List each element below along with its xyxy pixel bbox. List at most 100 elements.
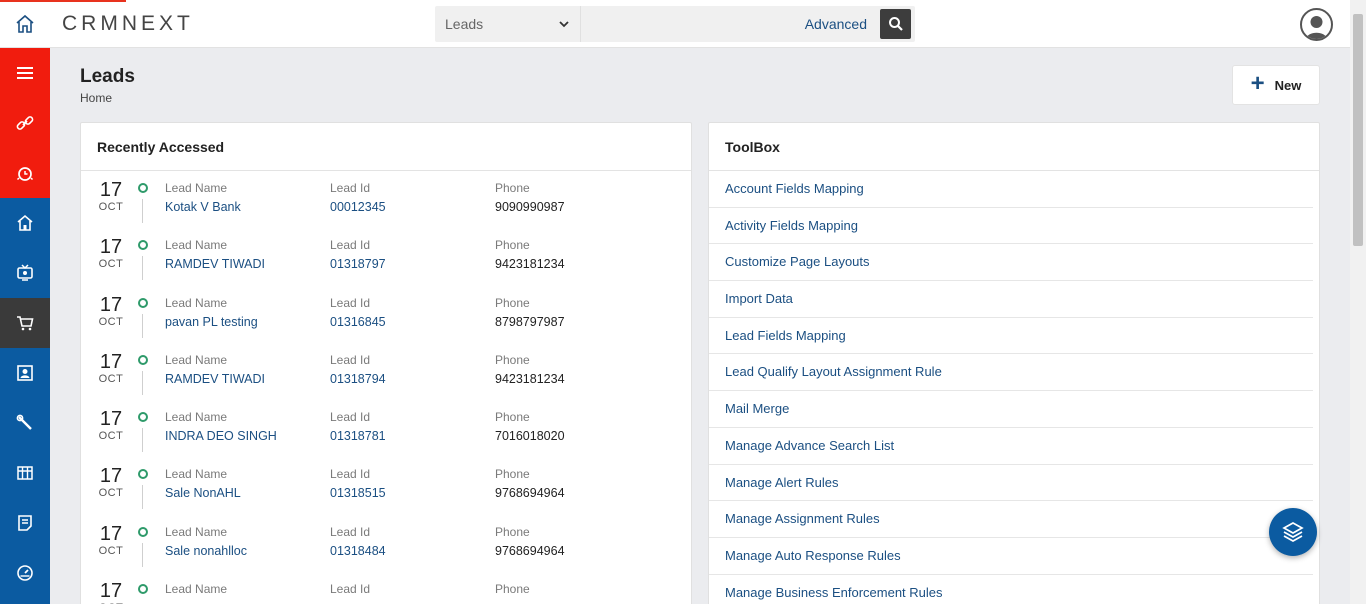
- phone-label: Phone: [495, 352, 530, 367]
- toolbox-link[interactable]: Lead Qualify Layout Assignment Rule: [709, 354, 1313, 392]
- scrollbar-thumb[interactable]: [1353, 14, 1363, 246]
- toolbox-card: ToolBox Account Fields Mapping Activity F…: [708, 122, 1320, 604]
- lead-name-label: Lead Name: [165, 524, 228, 539]
- user-avatar[interactable]: [1300, 8, 1333, 41]
- notes-icon[interactable]: [0, 498, 50, 548]
- timeline-line: [142, 256, 143, 281]
- lead-name-label: Lead Name: [165, 181, 228, 195]
- timeline-line: [142, 370, 143, 395]
- phone-value: 9423181234: [495, 257, 565, 272]
- layers-fab-button[interactable]: [1269, 508, 1317, 556]
- breadcrumb[interactable]: Home: [80, 91, 112, 105]
- lead-name-label: Lead Name: [165, 238, 228, 253]
- alarm-icon[interactable]: [0, 148, 50, 198]
- toolbox-link[interactable]: Manage Alert Rules: [709, 465, 1313, 502]
- access-date: 17OCT: [96, 523, 126, 557]
- recently-accessed-title: Recently Accessed: [81, 123, 691, 171]
- home-icon[interactable]: [0, 198, 50, 248]
- lead-id-link[interactable]: 01318794: [330, 372, 386, 386]
- access-day: 17: [99, 465, 123, 488]
- lead-id-link[interactable]: 01318515: [330, 486, 386, 500]
- lead-name-link[interactable]: Sale nonahlloc: [165, 544, 247, 558]
- app-logo[interactable]: CRMNEXT: [62, 12, 194, 36]
- access-month: OCT: [98, 372, 124, 385]
- phone-value: 9090990987: [495, 200, 565, 214]
- timeline-dot: [138, 412, 148, 423]
- toolbox-link[interactable]: Import Data: [709, 281, 1313, 318]
- lead-id-label: Lead Id: [330, 295, 371, 310]
- lead-name-link[interactable]: RAMDEV TIWADI: [165, 257, 265, 271]
- access-day: 17: [99, 580, 123, 603]
- toolbox-link[interactable]: Manage Auto Response Rules: [709, 538, 1313, 575]
- phone-label: Phone: [495, 238, 530, 253]
- phone-label: Phone: [495, 181, 530, 195]
- lead-id-link[interactable]: 01318781: [330, 429, 386, 443]
- timeline-dot: [138, 297, 148, 308]
- lead-name-label: Lead Name: [165, 467, 228, 482]
- timeline-dot: [138, 354, 148, 365]
- grid-icon[interactable]: [0, 448, 50, 498]
- new-lead-button[interactable]: + New: [1232, 65, 1320, 105]
- phone-label: Phone: [495, 295, 530, 310]
- timeline-line: [142, 428, 143, 453]
- toolbox-link[interactable]: Activity Fields Mapping: [709, 208, 1313, 245]
- menu-icon[interactable]: [0, 48, 50, 98]
- lead-id-link[interactable]: 01318484: [330, 544, 386, 558]
- lead-id-link[interactable]: 01316845: [330, 315, 386, 329]
- link-icon[interactable]: [0, 98, 50, 148]
- lead-name-label: Lead Name: [165, 295, 228, 310]
- lead-name-link[interactable]: Kotak V Bank: [165, 200, 241, 214]
- lead-name-link[interactable]: pavan PL testing: [165, 315, 258, 329]
- lead-name-link[interactable]: Sale NonAHL: [165, 486, 241, 500]
- contact-icon[interactable]: [0, 348, 50, 398]
- toolbox-link[interactable]: Manage Assignment Rules: [709, 501, 1313, 538]
- tv-icon[interactable]: [0, 248, 50, 298]
- new-button-label: New: [1274, 77, 1302, 93]
- access-date: 17OCT: [96, 580, 126, 604]
- global-search: Leads Advanced: [435, 6, 915, 42]
- access-month: OCT: [98, 430, 124, 443]
- access-day: 17: [99, 236, 123, 259]
- toolbox-link[interactable]: Manage Business Enforcement Rules: [709, 575, 1313, 604]
- recent-lead-row: 17 OCT Lead Name pavan PL testing Lead Id 013…: [81, 286, 691, 343]
- recent-lead-row: 17 OCT Lead Name Kotak V Bank Lead Id 0001234…: [81, 171, 691, 228]
- advanced-search-link[interactable]: Advanced: [805, 16, 867, 32]
- access-day: 17: [99, 293, 123, 316]
- toolbox-link[interactable]: Mail Merge: [709, 391, 1313, 428]
- lead-id-label: Lead Id: [330, 352, 371, 367]
- access-day: 17: [99, 350, 123, 373]
- dashboard-icon[interactable]: [0, 548, 50, 598]
- plus-icon: +: [1250, 70, 1265, 97]
- access-month: OCT: [98, 544, 124, 557]
- lead-id-link[interactable]: 01318797: [330, 257, 386, 271]
- toolbox-title: ToolBox: [709, 123, 1319, 171]
- lead-id-label: Lead Id: [330, 582, 371, 597]
- phone-label: Phone: [495, 582, 530, 597]
- layers-icon: [1282, 522, 1304, 542]
- recently-accessed-card: Recently Accessed 17 OCT Lead Name Kotak V …: [80, 122, 692, 604]
- toolbox-link[interactable]: Lead Fields Mapping: [709, 318, 1313, 355]
- page-scrollbar[interactable]: [1350, 0, 1366, 604]
- toolbox-link[interactable]: Account Fields Mapping: [709, 171, 1313, 208]
- search-button[interactable]: [880, 9, 911, 39]
- lead-name-link[interactable]: INDRA DEO SINGH: [165, 429, 277, 443]
- home-icon[interactable]: [0, 0, 50, 48]
- access-day: 17: [99, 522, 123, 545]
- search-module-select[interactable]: Leads: [435, 6, 581, 42]
- wrench-icon[interactable]: [0, 398, 50, 448]
- search-icon: [888, 17, 903, 31]
- toolbox-link[interactable]: Manage Advance Search List: [709, 428, 1313, 465]
- lead-id-label: Lead Id: [330, 467, 371, 482]
- timeline-line: [142, 485, 143, 510]
- toolbox-link[interactable]: Customize Page Layouts: [709, 244, 1313, 282]
- recent-list: 17 OCT Lead Name Kotak V Bank Lead Id 0001234…: [81, 171, 691, 604]
- access-month: OCT: [98, 258, 124, 271]
- lead-id-link[interactable]: 00012345: [330, 200, 386, 214]
- lead-name-label: Lead Name: [165, 352, 228, 367]
- cart-icon[interactable]: [0, 298, 50, 348]
- lead-name-link[interactable]: RAMDEV TIWADI: [165, 372, 265, 386]
- access-day: 17: [99, 408, 123, 431]
- phone-value: 9423181234: [495, 371, 565, 386]
- top-bar: CRMNEXT Leads Advanced: [0, 0, 1350, 48]
- recent-lead-row: 17 OCT Lead Name Sale NonAHL Lead Id 01318515…: [81, 457, 691, 514]
